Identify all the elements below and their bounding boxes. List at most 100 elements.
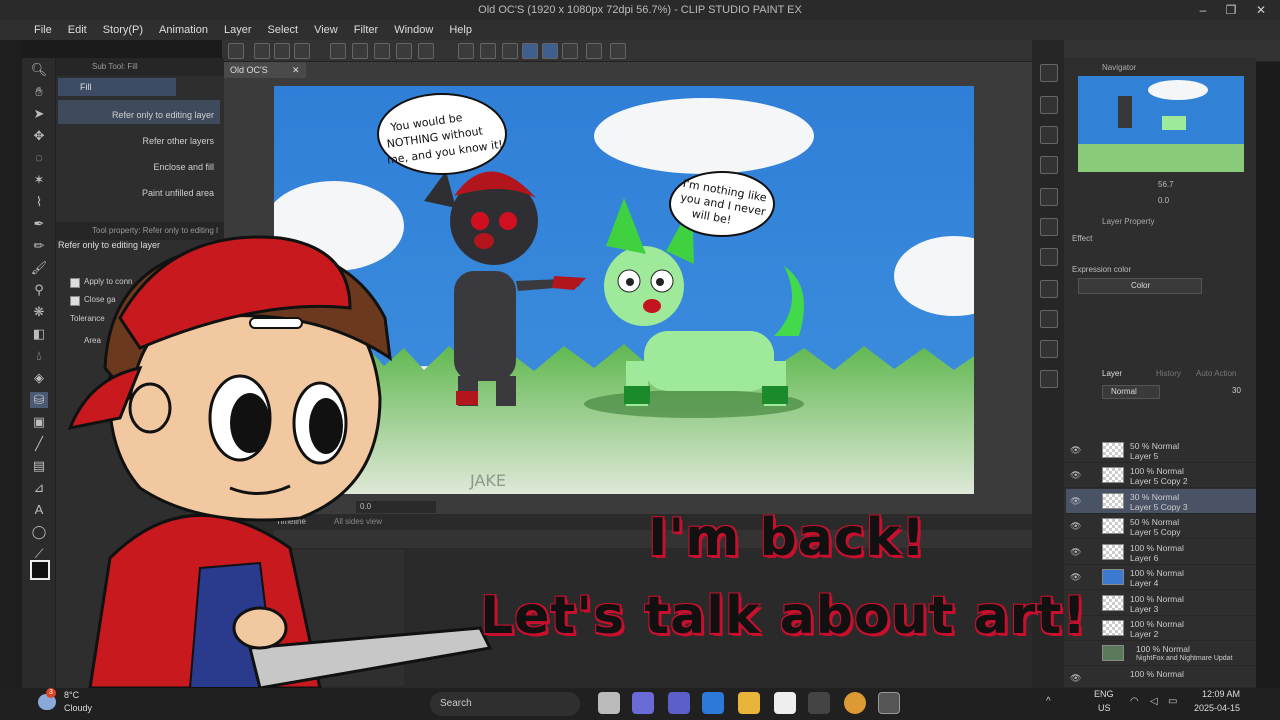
pen-icon[interactable]: ✒: [30, 216, 48, 232]
layer-tab[interactable]: Layer: [1102, 369, 1122, 378]
layer-row[interactable]: 100 % Normal Layer 3: [1066, 591, 1256, 616]
maximize-button[interactable]: ❐: [1214, 0, 1248, 20]
menu-help[interactable]: Help: [441, 20, 480, 40]
subtool-group-fill[interactable]: Fill: [58, 78, 176, 96]
document-tab[interactable]: Old OC'S ✕: [224, 62, 306, 78]
navigator-thumbnail[interactable]: [1078, 76, 1244, 172]
eraser-icon[interactable]: ◧: [30, 326, 48, 342]
menu-edit[interactable]: Edit: [60, 20, 95, 40]
fill-selected-icon[interactable]: ⛁: [30, 392, 48, 408]
snap-special-ruler-icon[interactable]: [542, 43, 558, 59]
layer-row[interactable]: 👁︎ 50 % Normal Layer 5 Copy: [1066, 514, 1256, 539]
subtool-enclose-fill[interactable]: Enclose and fill: [58, 152, 220, 176]
gradient-icon[interactable]: ▣: [30, 414, 48, 430]
transform-icon[interactable]: [418, 43, 434, 59]
task-view-icon[interactable]: [598, 692, 620, 714]
language-line1[interactable]: ENG: [1094, 689, 1114, 699]
layer-row[interactable]: 👁︎ 100 % Normal: [1066, 666, 1256, 688]
material-icon[interactable]: [1040, 248, 1058, 266]
redo-icon[interactable]: [352, 43, 368, 59]
close-tab-icon[interactable]: ✕: [292, 62, 300, 78]
material-icon[interactable]: [1040, 370, 1058, 388]
ruler-icon[interactable]: ⊿: [30, 480, 48, 496]
temperature[interactable]: 8°C: [64, 690, 79, 700]
material-icon[interactable]: [1040, 218, 1058, 236]
eyedropper-icon[interactable]: ⌇: [30, 194, 48, 210]
file-explorer-icon[interactable]: [738, 692, 760, 714]
expression-color-dropdown[interactable]: Color: [1078, 278, 1202, 294]
menu-story[interactable]: Story(P): [95, 20, 151, 40]
eye-icon[interactable]: 👁︎: [1070, 470, 1081, 481]
menu-select[interactable]: Select: [260, 20, 307, 40]
store-icon[interactable]: [702, 692, 724, 714]
hand-icon[interactable]: ✋︎: [30, 84, 48, 100]
invert-selection-icon[interactable]: [480, 43, 496, 59]
subtool-paint-unfilled[interactable]: Paint unfilled area: [58, 178, 220, 202]
eye-icon[interactable]: 👁︎: [1070, 521, 1081, 532]
material-icon[interactable]: [1040, 126, 1058, 144]
menu-filter[interactable]: Filter: [346, 20, 386, 40]
material-icon[interactable]: [1040, 188, 1058, 206]
menu-animation[interactable]: Animation: [151, 20, 216, 40]
frame-border-icon[interactable]: ▤: [30, 458, 48, 474]
fill-tool-icon[interactable]: ◈: [30, 370, 48, 386]
menu-layer[interactable]: Layer: [216, 20, 260, 40]
copilot-icon[interactable]: [632, 692, 654, 714]
operation-icon[interactable]: ➤: [30, 106, 48, 122]
wifi-icon[interactable]: ◠: [1130, 696, 1139, 707]
selection-border-icon[interactable]: [502, 43, 518, 59]
menu-file[interactable]: File: [0, 20, 60, 40]
battery-icon[interactable]: ▭: [1168, 696, 1177, 707]
layer-row[interactable]: 100 % Normal Layer 2: [1066, 616, 1256, 641]
snap-ruler-icon[interactable]: [522, 43, 538, 59]
undo-icon[interactable]: [330, 43, 346, 59]
brush-icon[interactable]: 🖌︎: [30, 260, 48, 276]
search-box[interactable]: Search: [430, 692, 580, 716]
pencil-icon[interactable]: ✏: [30, 238, 48, 254]
eye-icon[interactable]: 👁︎: [1070, 547, 1081, 558]
material-icon[interactable]: [1040, 310, 1058, 328]
new-file-icon[interactable]: [228, 43, 244, 59]
airbrush-icon[interactable]: ⚲: [30, 282, 48, 298]
eye-icon[interactable]: 👁︎: [1070, 445, 1081, 456]
chevron-up-icon[interactable]: ^: [1046, 696, 1051, 707]
material-icon[interactable]: [1040, 340, 1058, 358]
close-button[interactable]: ✕: [1244, 0, 1278, 20]
blend-icon[interactable]: 💧︎: [30, 348, 48, 364]
auto-select-icon[interactable]: ✶: [30, 172, 48, 188]
balloon-icon[interactable]: ◯: [30, 524, 48, 540]
clear-icon[interactable]: [374, 43, 390, 59]
layer-row[interactable]: 👁︎ 100 % Normal Layer 4: [1066, 565, 1256, 590]
eye-icon[interactable]: 👁︎: [1070, 572, 1081, 583]
opacity-value[interactable]: 30: [1232, 386, 1241, 395]
blend-mode-dropdown[interactable]: Normal: [1102, 385, 1160, 399]
volume-icon[interactable]: ◁: [1150, 696, 1158, 707]
subtool-refer-other[interactable]: Refer other layers: [58, 126, 220, 150]
menu-view[interactable]: View: [306, 20, 346, 40]
menu-window[interactable]: Window: [386, 20, 441, 40]
search-icon[interactable]: [1040, 64, 1058, 82]
new-canvas-icon[interactable]: [254, 43, 270, 59]
material-icon[interactable]: [1040, 280, 1058, 298]
navigator-angle[interactable]: 0.0: [1158, 196, 1169, 205]
lasso-icon[interactable]: ◌: [30, 150, 48, 166]
save-icon[interactable]: [294, 43, 310, 59]
material-icon[interactable]: [1040, 156, 1058, 174]
move-layer-icon[interactable]: ✥: [30, 128, 48, 144]
text-icon[interactable]: A: [30, 502, 48, 518]
layer-row[interactable]: 👁︎ 100 % Normal Layer 5 Copy 2: [1066, 463, 1256, 488]
eye-icon[interactable]: 👁︎: [1070, 673, 1081, 684]
decoration-icon[interactable]: ❋: [30, 304, 48, 320]
layer-row[interactable]: 👁︎ 50 % Normal Layer 5: [1066, 438, 1256, 463]
clip-studio-icon[interactable]: [878, 692, 900, 714]
material-icon[interactable]: [1040, 96, 1058, 114]
eye-icon[interactable]: 👁︎: [1070, 496, 1081, 507]
layer-row-selected[interactable]: 👁︎ 30 % Normal Layer 5 Copy 3: [1066, 489, 1256, 514]
magnifier-icon[interactable]: 🔍︎: [30, 62, 48, 78]
clock-time[interactable]: 12:09 AM: [1202, 689, 1240, 699]
subtool-refer-editing[interactable]: Refer only to editing layer: [58, 100, 220, 124]
navigator-zoom[interactable]: 56.7: [1158, 180, 1174, 189]
amazon-icon[interactable]: [774, 692, 796, 714]
fill-icon[interactable]: [396, 43, 412, 59]
deselect-icon[interactable]: [458, 43, 474, 59]
